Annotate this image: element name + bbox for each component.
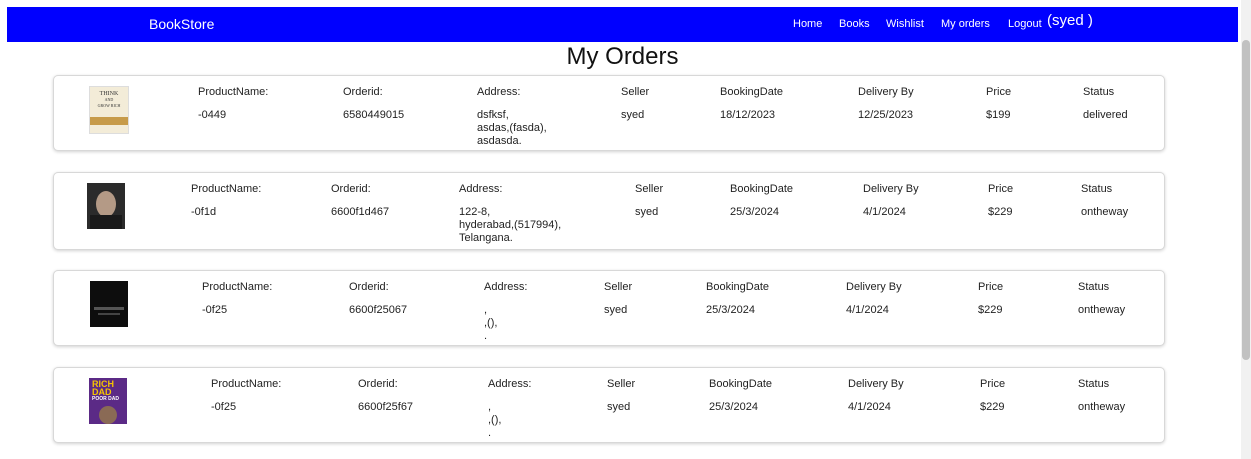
nav-home[interactable]: Home	[793, 18, 822, 30]
booking-date-field: BookingDate 18/12/2023	[720, 86, 783, 121]
cover-title-line: DAD	[92, 387, 112, 397]
address-field: Address: 122-8, hyderabad,(517994), Telanga…	[459, 183, 562, 244]
seller-field: Seller syed	[604, 281, 633, 316]
page-title: My Orders	[566, 43, 679, 70]
status-field: Status ontheway	[1078, 378, 1126, 413]
portrait-book-cover	[87, 183, 125, 229]
think-and-grow-rich-cover: THINK AND GROW RICH	[89, 86, 129, 134]
orderid-field: Orderid: 6600f1d467	[331, 183, 390, 218]
nav-wishlist[interactable]: Wishlist	[886, 18, 924, 30]
booking-date-field: BookingDate 25/3/2024	[730, 183, 793, 218]
delivery-field: Delivery By 4/1/2024	[846, 281, 902, 316]
status-field: Status ontheway	[1081, 183, 1129, 218]
brand-link[interactable]: BookStore	[149, 16, 214, 32]
seller-field: Seller syed	[635, 183, 664, 218]
rich-dad-poor-dad-cover: RICH DAD POOR DAD	[89, 378, 127, 424]
address-field: Address:, ,(),.	[488, 378, 532, 439]
navbar: BookStore Home Books Wishlist My orders …	[7, 7, 1238, 42]
delivery-field: Delivery By 12/25/2023	[858, 86, 914, 121]
booking-date-field: BookingDate 25/3/2024	[706, 281, 769, 316]
delivery-field: Delivery By 4/1/2024	[848, 378, 904, 413]
user-name: (syed )	[1047, 12, 1093, 29]
scrollbar-thumb[interactable]	[1242, 40, 1250, 360]
cover-title-line: POOR DAD	[92, 396, 119, 402]
orderid-field: Orderid: 6580449015	[343, 86, 405, 121]
order-card: ProductName: -0f1d Orderid: 6600f1d467 Add…	[53, 172, 1165, 250]
order-card: THINK AND GROW RICH ProductName: -0449 Or…	[53, 75, 1165, 151]
nav-logout[interactable]: Logout	[1008, 18, 1042, 30]
product-name-field: ProductName: -0449	[198, 86, 269, 121]
address-field: Address: dsfksf, asdas,(fasda), asdasda.	[477, 86, 547, 147]
nav-my-orders[interactable]: My orders	[941, 18, 990, 30]
delivery-field: Delivery By 4/1/2024	[863, 183, 919, 218]
nav-books[interactable]: Books	[839, 18, 870, 30]
price-field: Price $229	[988, 183, 1014, 218]
seller-field: Seller syed	[607, 378, 636, 413]
product-name-field: ProductName: -0f1d	[191, 183, 262, 218]
booking-date-field: BookingDate 25/3/2024	[709, 378, 772, 413]
status-field: Status delivered	[1083, 86, 1128, 121]
price-field: Price $199	[986, 86, 1012, 121]
status-field: Status ontheway	[1078, 281, 1126, 316]
address-field: Address:, ,(),.	[484, 281, 528, 342]
price-field: Price $229	[980, 378, 1006, 413]
product-name-field: ProductName: -0f25	[211, 378, 282, 413]
product-name-field: ProductName: -0f25	[202, 281, 273, 316]
price-field: Price $229	[978, 281, 1004, 316]
orderid-field: Orderid: 6600f25067	[349, 281, 408, 316]
order-card: ProductName: -0f25 Orderid: 6600f25067 Add…	[53, 270, 1165, 346]
seller-field: Seller syed	[621, 86, 650, 121]
order-card: RICH DAD POOR DAD ProductName: -0f25 Orde…	[53, 367, 1165, 443]
dark-book-cover	[90, 281, 128, 327]
orderid-field: Orderid: 6600f25f67	[358, 378, 414, 413]
cover-title-line: GROW RICH	[97, 103, 121, 108]
scrollbar[interactable]	[1241, 0, 1251, 459]
